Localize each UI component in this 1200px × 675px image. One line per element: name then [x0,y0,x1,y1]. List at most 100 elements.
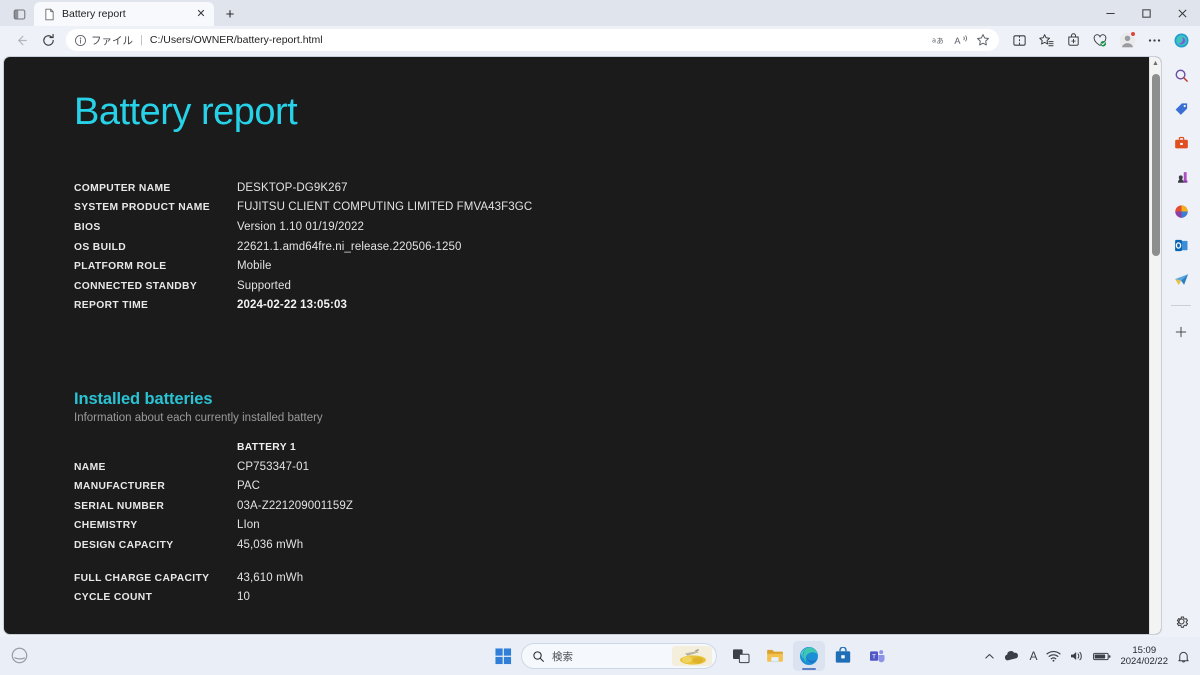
games-icon [1174,170,1189,185]
favorite-star-icon[interactable] [973,31,993,49]
sidebar-item-games[interactable] [1168,166,1194,188]
new-tab-button[interactable]: + [217,2,243,26]
desktop-edge-icon[interactable] [10,646,30,666]
svg-text:A: A [954,36,961,46]
tab-search-button[interactable] [4,2,34,26]
table-row: FULL CHARGE CAPACITY 43,610 mWh [74,569,1161,589]
heart-shield-icon [1092,33,1108,48]
row-label: FULL CHARGE CAPACITY [74,572,210,584]
collections-button[interactable] [1033,28,1059,52]
ime-indicator[interactable]: A [1029,649,1037,663]
collections-icon [1038,33,1054,48]
close-icon [1177,8,1188,19]
plus-icon [1174,325,1188,339]
column-header: BATTERY 1 [237,442,297,454]
cloud-icon[interactable] [1004,650,1020,662]
minimize-button[interactable] [1092,0,1128,26]
edge-browser-window: Battery report ✕ + ファイル | C:/Users/OWNER… [0,0,1200,637]
gear-icon [1174,614,1189,629]
svg-text:T: T [872,654,876,661]
row-label: OS BUILD [74,241,126,253]
svg-text:あ: あ [937,37,944,45]
sidebar-item-shopping[interactable] [1168,98,1194,120]
scrollbar-track[interactable] [1150,70,1161,634]
row-value: 45,036 mWh [237,538,304,551]
table-row: SYSTEM PRODUCT NAME FUJITSU CLIENT COMPU… [74,198,1161,218]
sidebar-item-microsoft365[interactable] [1168,200,1194,222]
sidebar-add-button[interactable] [1168,321,1194,343]
task-view-icon [732,647,750,665]
close-icon[interactable]: ✕ [193,6,209,22]
search-icon [532,650,545,663]
browser-essentials-icon [1066,32,1081,48]
row-value: FUJITSU CLIENT COMPUTING LIMITED FMVA43F… [237,201,533,214]
shopping-tag-icon [1174,102,1189,117]
wifi-icon[interactable] [1046,650,1062,662]
tools-briefcase-icon [1174,136,1189,150]
microsoft-store-button[interactable] [827,641,859,671]
row-value: CP753347-01 [237,460,310,473]
split-screen-button[interactable] [1006,28,1032,52]
taskbar-left [0,646,410,666]
refresh-button[interactable] [35,28,61,52]
copilot-button[interactable] [1168,28,1194,52]
row-label: CONNECTED STANDBY [74,280,198,292]
maximize-button[interactable] [1128,0,1164,26]
browser-tab[interactable]: Battery report ✕ [34,2,214,26]
add-extension-button[interactable] [1060,28,1086,52]
start-button[interactable] [487,641,519,671]
table-row: PLATFORM ROLE Mobile [74,257,1161,277]
table-row: CYCLE COUNT 10 [74,588,1161,608]
search-icon [1174,68,1189,83]
address-bar[interactable]: ファイル | C:/Users/OWNER/battery-report.htm… [66,29,999,51]
row-label: CHEMISTRY [74,520,138,532]
read-aloud-icon[interactable]: A [951,31,971,49]
row-value: Mobile [237,260,272,273]
minimize-icon [1105,8,1116,19]
bell-icon[interactable] [1177,650,1190,663]
sidebar-settings-button[interactable] [1168,615,1194,637]
omnibox-actions: a あ A [923,31,993,49]
row-value: 43,610 mWh [237,571,304,584]
browser-essentials-button[interactable] [1087,28,1113,52]
sidebar-item-send[interactable] [1168,268,1194,290]
sidebar-item-search[interactable] [1168,64,1194,86]
maximize-icon [1141,8,1152,19]
table-row: BIOS Version 1.10 01/19/2022 [74,218,1161,238]
row-label: PLATFORM ROLE [74,261,167,273]
scroll-up-arrow[interactable]: ▲ [1152,57,1159,70]
taskbar-center: 検索 T [410,641,970,671]
page-scrollbar[interactable]: ▲ [1149,57,1161,634]
scrollbar-thumb[interactable] [1152,74,1160,256]
row-value: LIon [237,519,260,532]
sidebar-item-tools[interactable] [1168,132,1194,154]
row-label: MANUFACTURER [74,481,166,493]
microsoft-edge-button[interactable] [793,641,825,671]
tray-overflow-button[interactable] [984,651,995,662]
clock-time: 15:09 [1132,644,1157,656]
row-label-spacer [74,438,237,458]
row-value: Supported [237,279,291,292]
sidebar-item-outlook[interactable] [1168,234,1194,256]
profile-button[interactable] [1114,28,1140,52]
translate-icon[interactable]: a あ [929,31,949,49]
tab-strip-drag-area [243,0,1092,26]
close-window-button[interactable] [1164,0,1200,26]
copilot-icon [1173,32,1190,49]
task-view-button[interactable] [725,641,757,671]
battery-icon[interactable] [1093,651,1111,662]
file-explorer-button[interactable] [759,641,791,671]
back-button[interactable] [8,28,34,52]
taskbar-search-box[interactable]: 検索 [521,643,717,669]
microsoft-teams-button[interactable]: T [861,641,893,671]
installed-batteries-section: Installed batteries Information about ea… [74,390,1161,608]
food-thumbnail-icon[interactable] [672,646,712,666]
web-content-viewport: Battery report COMPUTER NAME DESKTOP-DG9… [3,56,1162,635]
more-options-button[interactable] [1141,28,1167,52]
taskbar-clock[interactable]: 15:09 2024/02/22 [1120,645,1168,667]
section-subheading: Information about each currently install… [74,412,323,425]
info-circle-icon[interactable] [74,34,87,47]
speaker-icon[interactable] [1070,650,1084,662]
windows-taskbar: 検索 T A 15:09 2024/02/22 [0,637,1200,675]
sidebar-divider [1171,305,1191,306]
